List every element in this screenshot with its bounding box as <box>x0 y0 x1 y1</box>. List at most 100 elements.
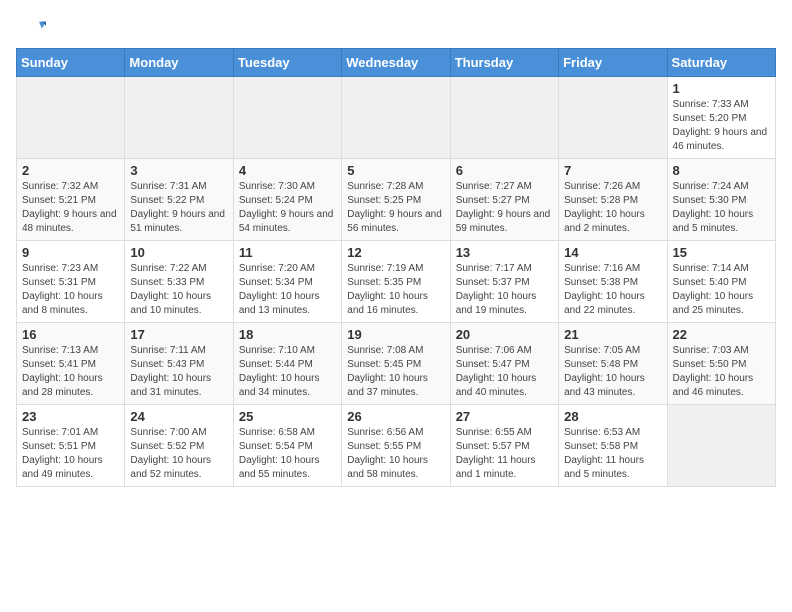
day-info: Sunrise: 7:20 AM Sunset: 5:34 PM Dayligh… <box>239 262 336 318</box>
day-info: Sunrise: 7:30 AM Sunset: 5:24 PM Dayligh… <box>239 180 336 236</box>
day-number: 25 <box>239 409 336 424</box>
day-info: Sunrise: 7:11 AM Sunset: 5:43 PM Dayligh… <box>130 344 227 400</box>
day-number: 23 <box>22 409 119 424</box>
calendar-week-row: 2 Sunrise: 7:32 AM Sunset: 5:21 PM Daylig… <box>17 159 776 241</box>
calendar-cell <box>233 77 341 159</box>
calendar-cell: 23 Sunrise: 7:01 AM Sunset: 5:51 PM Dayli… <box>17 405 125 487</box>
day-info: Sunrise: 7:05 AM Sunset: 5:48 PM Dayligh… <box>564 344 661 400</box>
calendar-cell: 4 Sunrise: 7:30 AM Sunset: 5:24 PM Daylig… <box>233 159 341 241</box>
logo <box>16 16 46 44</box>
day-info: Sunrise: 7:17 AM Sunset: 5:37 PM Dayligh… <box>456 262 553 318</box>
calendar-cell: 8 Sunrise: 7:24 AM Sunset: 5:30 PM Daylig… <box>667 159 775 241</box>
day-number: 22 <box>673 327 770 342</box>
day-number: 24 <box>130 409 227 424</box>
day-number: 21 <box>564 327 661 342</box>
day-number: 26 <box>347 409 444 424</box>
day-number: 12 <box>347 245 444 260</box>
day-info: Sunrise: 6:53 AM Sunset: 5:58 PM Dayligh… <box>564 426 661 482</box>
calendar-cell: 19Sunrise: 7:08 AM Sunset: 5:45 PM Dayli… <box>342 323 450 405</box>
calendar-cell: 14 Sunrise: 7:16 AM Sunset: 5:38 PM Dayli… <box>559 241 667 323</box>
calendar-cell: 3 Sunrise: 7:31 AM Sunset: 5:22 PM Daylig… <box>125 159 233 241</box>
calendar-cell: 24Sunrise: 7:00 AM Sunset: 5:52 PM Dayli… <box>125 405 233 487</box>
calendar-cell: 2 Sunrise: 7:32 AM Sunset: 5:21 PM Daylig… <box>17 159 125 241</box>
column-header-tuesday: Tuesday <box>233 49 341 77</box>
calendar-cell: 1 Sunrise: 7:33 AM Sunset: 5:20 PM Daylig… <box>667 77 775 159</box>
calendar-cell: 13 Sunrise: 7:17 AM Sunset: 5:37 PM Dayli… <box>450 241 558 323</box>
day-number: 28 <box>564 409 661 424</box>
day-number: 11 <box>239 245 336 260</box>
day-info: Sunrise: 6:56 AM Sunset: 5:55 PM Dayligh… <box>347 426 444 482</box>
calendar-cell <box>125 77 233 159</box>
day-info: Sunrise: 7:26 AM Sunset: 5:28 PM Dayligh… <box>564 180 661 236</box>
day-number: 27 <box>456 409 553 424</box>
calendar-cell: 17 Sunrise: 7:11 AM Sunset: 5:43 PM Dayli… <box>125 323 233 405</box>
day-number: 4 <box>239 163 336 178</box>
calendar-cell: 10 Sunrise: 7:22 AM Sunset: 5:33 PM Dayli… <box>125 241 233 323</box>
calendar-cell: 20 Sunrise: 7:06 AM Sunset: 5:47 PM Dayli… <box>450 323 558 405</box>
day-number: 6 <box>456 163 553 178</box>
column-header-saturday: Saturday <box>667 49 775 77</box>
calendar-cell <box>17 77 125 159</box>
day-info: Sunrise: 7:16 AM Sunset: 5:38 PM Dayligh… <box>564 262 661 318</box>
day-info: Sunrise: 7:31 AM Sunset: 5:22 PM Dayligh… <box>130 180 227 236</box>
calendar-cell <box>667 405 775 487</box>
calendar-cell: 9 Sunrise: 7:23 AM Sunset: 5:31 PM Daylig… <box>17 241 125 323</box>
day-number: 10 <box>130 245 227 260</box>
day-info: Sunrise: 7:24 AM Sunset: 5:30 PM Dayligh… <box>673 180 770 236</box>
day-number: 8 <box>673 163 770 178</box>
calendar-cell <box>450 77 558 159</box>
column-header-wednesday: Wednesday <box>342 49 450 77</box>
day-info: Sunrise: 7:33 AM Sunset: 5:20 PM Dayligh… <box>673 98 770 154</box>
day-number: 18 <box>239 327 336 342</box>
day-number: 1 <box>673 81 770 96</box>
day-number: 5 <box>347 163 444 178</box>
calendar-cell: 22 Sunrise: 7:03 AM Sunset: 5:50 PM Dayli… <box>667 323 775 405</box>
day-info: Sunrise: 7:13 AM Sunset: 5:41 PM Dayligh… <box>22 344 119 400</box>
column-header-sunday: Sunday <box>17 49 125 77</box>
day-number: 13 <box>456 245 553 260</box>
day-info: Sunrise: 6:55 AM Sunset: 5:57 PM Dayligh… <box>456 426 553 482</box>
day-info: Sunrise: 7:19 AM Sunset: 5:35 PM Dayligh… <box>347 262 444 318</box>
day-info: Sunrise: 7:10 AM Sunset: 5:44 PM Dayligh… <box>239 344 336 400</box>
day-number: 15 <box>673 245 770 260</box>
calendar-cell: 11 Sunrise: 7:20 AM Sunset: 5:34 PM Dayli… <box>233 241 341 323</box>
day-number: 9 <box>22 245 119 260</box>
day-number: 14 <box>564 245 661 260</box>
calendar-week-row: 1 Sunrise: 7:33 AM Sunset: 5:20 PM Daylig… <box>17 77 776 159</box>
column-header-monday: Monday <box>125 49 233 77</box>
day-info: Sunrise: 7:01 AM Sunset: 5:51 PM Dayligh… <box>22 426 119 482</box>
calendar-cell: 16 Sunrise: 7:13 AM Sunset: 5:41 PM Dayli… <box>17 323 125 405</box>
day-info: Sunrise: 7:23 AM Sunset: 5:31 PM Dayligh… <box>22 262 119 318</box>
calendar-cell <box>559 77 667 159</box>
calendar-week-row: 23 Sunrise: 7:01 AM Sunset: 5:51 PM Dayli… <box>17 405 776 487</box>
page-header <box>16 16 776 44</box>
day-number: 16 <box>22 327 119 342</box>
column-header-friday: Friday <box>559 49 667 77</box>
column-header-thursday: Thursday <box>450 49 558 77</box>
day-number: 2 <box>22 163 119 178</box>
calendar-cell: 27 Sunrise: 6:55 AM Sunset: 5:57 PM Dayli… <box>450 405 558 487</box>
calendar-cell: 25Sunrise: 6:58 AM Sunset: 5:54 PM Dayli… <box>233 405 341 487</box>
calendar-cell: 21 Sunrise: 7:05 AM Sunset: 5:48 PM Dayli… <box>559 323 667 405</box>
calendar-cell <box>342 77 450 159</box>
day-number: 20 <box>456 327 553 342</box>
day-info: Sunrise: 7:32 AM Sunset: 5:21 PM Dayligh… <box>22 180 119 236</box>
calendar-cell: 7 Sunrise: 7:26 AM Sunset: 5:28 PM Daylig… <box>559 159 667 241</box>
day-number: 7 <box>564 163 661 178</box>
calendar-week-row: 16 Sunrise: 7:13 AM Sunset: 5:41 PM Dayli… <box>17 323 776 405</box>
day-number: 17 <box>130 327 227 342</box>
day-info: Sunrise: 7:27 AM Sunset: 5:27 PM Dayligh… <box>456 180 553 236</box>
day-info: Sunrise: 7:22 AM Sunset: 5:33 PM Dayligh… <box>130 262 227 318</box>
day-info: Sunrise: 7:03 AM Sunset: 5:50 PM Dayligh… <box>673 344 770 400</box>
calendar-table: SundayMondayTuesdayWednesdayThursdayFrid… <box>16 48 776 487</box>
calendar-header-row: SundayMondayTuesdayWednesdayThursdayFrid… <box>17 49 776 77</box>
calendar-cell: 28 Sunrise: 6:53 AM Sunset: 5:58 PM Dayli… <box>559 405 667 487</box>
calendar-cell: 6 Sunrise: 7:27 AM Sunset: 5:27 PM Daylig… <box>450 159 558 241</box>
day-number: 19 <box>347 327 444 342</box>
calendar-cell: 18 Sunrise: 7:10 AM Sunset: 5:44 PM Dayli… <box>233 323 341 405</box>
day-info: Sunrise: 7:14 AM Sunset: 5:40 PM Dayligh… <box>673 262 770 318</box>
calendar-cell: 12 Sunrise: 7:19 AM Sunset: 5:35 PM Dayli… <box>342 241 450 323</box>
day-number: 3 <box>130 163 227 178</box>
day-info: Sunrise: 7:28 AM Sunset: 5:25 PM Dayligh… <box>347 180 444 236</box>
day-info: Sunrise: 7:06 AM Sunset: 5:47 PM Dayligh… <box>456 344 553 400</box>
